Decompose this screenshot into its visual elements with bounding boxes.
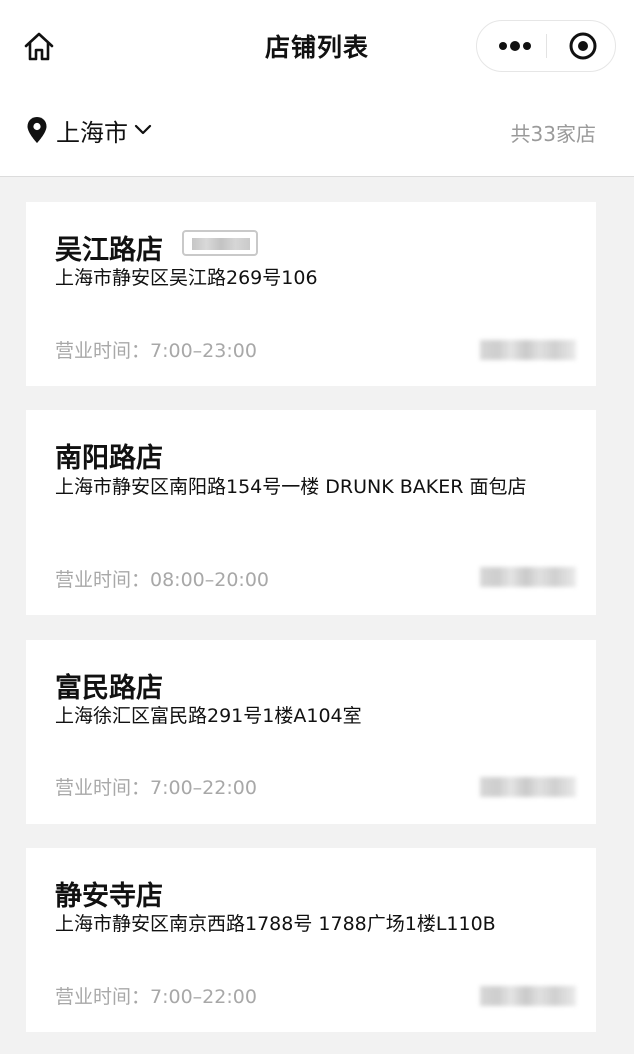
store-address: 上海市静安区南京西路1788号 1788广场1楼L110B <box>55 913 496 935</box>
store-name: 吴江路店 <box>55 235 163 266</box>
store-hours: 营业时间：7:00–22:00 <box>55 777 257 799</box>
target-close-icon <box>569 32 597 60</box>
mini-program-capsule <box>476 20 616 72</box>
location-pin-icon <box>27 117 47 143</box>
store-card[interactable]: 静安寺店 上海市静安区南京西路1788号 1788广场1楼L110B 营业时间：… <box>26 848 596 1032</box>
store-distance-blurred <box>480 567 576 587</box>
store-hours: 营业时间：7:00–22:00 <box>55 986 257 1008</box>
store-tag <box>182 230 258 256</box>
store-address: 上海市静安区吴江路269号106 <box>55 267 318 289</box>
store-count: 共33家店 <box>510 122 596 146</box>
top-navigation-bar: 店铺列表 <box>0 0 634 96</box>
store-address: 上海徐汇区富民路291号1楼A104室 <box>55 705 362 727</box>
store-name: 静安寺店 <box>55 881 163 912</box>
more-dots-icon <box>499 41 531 51</box>
store-distance-blurred <box>480 777 576 797</box>
store-name: 富民路店 <box>55 673 163 704</box>
store-distance-blurred <box>480 986 576 1006</box>
store-card[interactable]: 富民路店 上海徐汇区富民路291号1楼A104室 营业时间：7:00–22:00 <box>26 640 596 824</box>
close-button[interactable] <box>559 21 607 71</box>
city-name: 上海市 <box>56 118 128 147</box>
city-bar: 上海市 共33家店 <box>0 96 634 177</box>
capsule-divider <box>546 34 547 58</box>
store-address: 上海市静安区南阳路154号一楼 DRUNK BAKER 面包店 <box>55 476 527 498</box>
store-card[interactable]: 南阳路店 上海市静安区南阳路154号一楼 DRUNK BAKER 面包店 营业时… <box>26 410 596 615</box>
store-tag-blurred <box>192 238 250 250</box>
store-card[interactable]: 吴江路店 上海市静安区吴江路269号106 营业时间：7:00–23:00 <box>26 202 596 386</box>
store-hours: 营业时间：7:00–23:00 <box>55 340 257 362</box>
city-selector[interactable]: 上海市 <box>26 114 152 147</box>
more-button[interactable] <box>491 21 539 71</box>
store-distance-blurred <box>480 340 576 360</box>
store-name: 南阳路店 <box>55 443 163 474</box>
chevron-down-icon <box>134 124 152 136</box>
store-hours: 营业时间：08:00–20:00 <box>55 569 270 591</box>
